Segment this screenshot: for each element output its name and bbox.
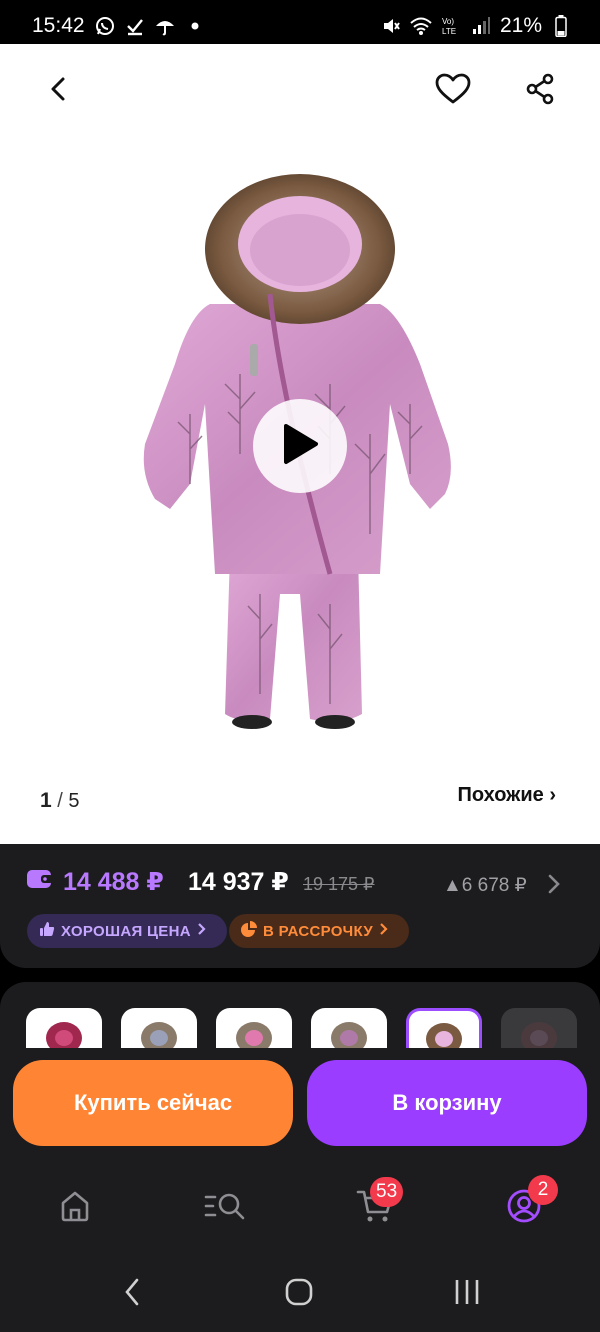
variant-thumbnail[interactable] <box>501 1008 577 1048</box>
buy-now-button[interactable]: Купить сейчас <box>13 1060 293 1146</box>
play-icon <box>280 422 320 471</box>
profile-notification-badge: 2 <box>528 1175 558 1205</box>
chevron-right-icon[interactable] <box>545 872 563 896</box>
add-to-cart-button[interactable]: В корзину <box>307 1060 587 1146</box>
cart-count-badge: 53 <box>370 1177 404 1207</box>
system-back-button[interactable] <box>112 1274 152 1314</box>
status-right: Vo) LTE 21% <box>380 14 572 38</box>
good-price-label: ХОРОШАЯ ЦЕНА <box>61 922 191 940</box>
volte-icon: Vo) LTE <box>440 15 462 37</box>
system-navigation-bar <box>0 1252 600 1332</box>
variant-thumbnail[interactable] <box>121 1008 197 1048</box>
variant-thumbnail-selected[interactable] <box>406 1008 482 1048</box>
back-button[interactable] <box>35 67 83 115</box>
image-counter: 1 / 5 <box>40 789 80 813</box>
status-left-icons <box>94 14 206 38</box>
variant-thumbnail[interactable] <box>311 1008 387 1048</box>
wallet-icon <box>27 869 53 889</box>
system-home-button[interactable] <box>279 1274 319 1314</box>
variant-thumbnail[interactable] <box>26 1008 102 1048</box>
status-bar: 15:42 Vo) LTE 21% <box>0 0 600 44</box>
svg-text:Vo): Vo) <box>442 17 454 26</box>
chevron-right-icon <box>379 922 395 940</box>
product-gallery[interactable]: 1 / 5 Похожие › <box>0 44 600 844</box>
image-counter-separator: / <box>57 790 63 812</box>
nav-catalog[interactable] <box>201 1184 249 1232</box>
play-video-button[interactable] <box>253 399 347 493</box>
image-counter-total: 5 <box>68 790 80 812</box>
home-circle-icon <box>284 1277 314 1312</box>
home-icon <box>58 1189 92 1228</box>
heart-icon <box>435 73 471 110</box>
nav-home[interactable] <box>51 1184 99 1232</box>
similar-products-link[interactable]: Похожие › <box>458 784 557 807</box>
battery-percent: 21% <box>499 14 542 37</box>
mute-icon <box>380 15 402 37</box>
recents-icon <box>452 1277 482 1312</box>
wallet-price: 14 488 ₽ <box>63 868 164 896</box>
battery-icon <box>550 15 572 37</box>
variant-thumbnail[interactable] <box>216 1008 292 1048</box>
installment-label: В РАССРОЧКУ <box>263 922 373 940</box>
chevron-left-icon <box>122 1277 142 1312</box>
installment-badge[interactable]: В РАССРОЧКУ <box>229 914 409 948</box>
pie-chart-icon <box>241 921 263 941</box>
signal-icon <box>470 15 492 37</box>
system-recents-button[interactable] <box>447 1274 487 1314</box>
umbrella-icon <box>154 15 176 37</box>
back-arrow-icon <box>45 75 73 108</box>
image-counter-current: 1 <box>40 789 52 812</box>
catalog-search-icon <box>203 1189 247 1228</box>
chevron-right-icon <box>197 922 213 940</box>
status-time: 15:42 <box>32 14 85 37</box>
thumbs-up-icon <box>39 921 61 941</box>
download-icon <box>124 15 146 37</box>
share-icon <box>524 73 556 110</box>
old-price: 19 175 ₽ <box>303 874 375 894</box>
price-panel: 14 488 ₽ 14 937 ₽ 19 175 ₽ ▲6 678 ₽ ХОРО… <box>0 844 600 968</box>
dot-icon <box>184 15 206 37</box>
favorite-button[interactable] <box>429 67 477 115</box>
other-offer-price[interactable]: ▲6 678 ₽ <box>443 874 527 897</box>
wifi-icon <box>410 15 432 37</box>
share-button[interactable] <box>516 67 564 115</box>
good-price-badge[interactable]: ХОРОШАЯ ЦЕНА <box>27 914 227 948</box>
svg-text:LTE: LTE <box>442 27 456 36</box>
current-price: 14 937 ₽ <box>188 868 289 896</box>
whatsapp-icon <box>94 15 116 37</box>
